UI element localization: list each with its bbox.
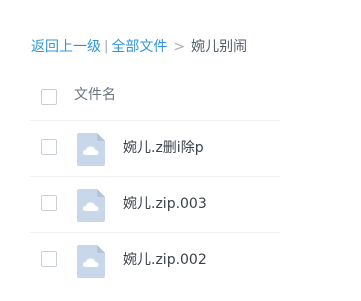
cloud-file-icon — [77, 133, 105, 166]
file-checkbox[interactable] — [41, 251, 57, 267]
breadcrumb-separator: > — [173, 39, 186, 55]
file-browser: 返回上一级 | 全部文件 > 婉儿别闹 文件名 婉儿.z删i除p 婉儿.zip.… — [0, 0, 361, 301]
current-folder-label: 婉儿别闹 — [191, 39, 248, 55]
file-name[interactable]: 婉儿.zip.003 — [123, 194, 207, 214]
back-link[interactable]: 返回上一级 — [31, 37, 101, 57]
file-row[interactable]: 婉儿.zip.003 — [30, 176, 280, 232]
file-checkbox[interactable] — [41, 139, 57, 155]
list-header: 文件名 — [30, 80, 280, 116]
file-name[interactable]: 婉儿.zip.002 — [123, 250, 207, 270]
column-header-filename: 文件名 — [74, 87, 116, 103]
file-row[interactable]: 婉儿.z删i除p — [30, 120, 280, 176]
file-row[interactable]: 婉儿.zip.002 — [30, 232, 280, 288]
select-all-checkbox[interactable] — [41, 89, 57, 105]
breadcrumb: 返回上一级 | 全部文件 > 婉儿别闹 — [31, 37, 247, 57]
all-files-link[interactable]: 全部文件 — [111, 37, 167, 57]
breadcrumb-divider: | — [104, 39, 109, 54]
file-checkbox[interactable] — [41, 195, 57, 211]
file-name[interactable]: 婉儿.z删i除p — [123, 138, 204, 158]
cloud-file-icon — [77, 245, 105, 278]
cloud-file-icon — [77, 189, 105, 222]
